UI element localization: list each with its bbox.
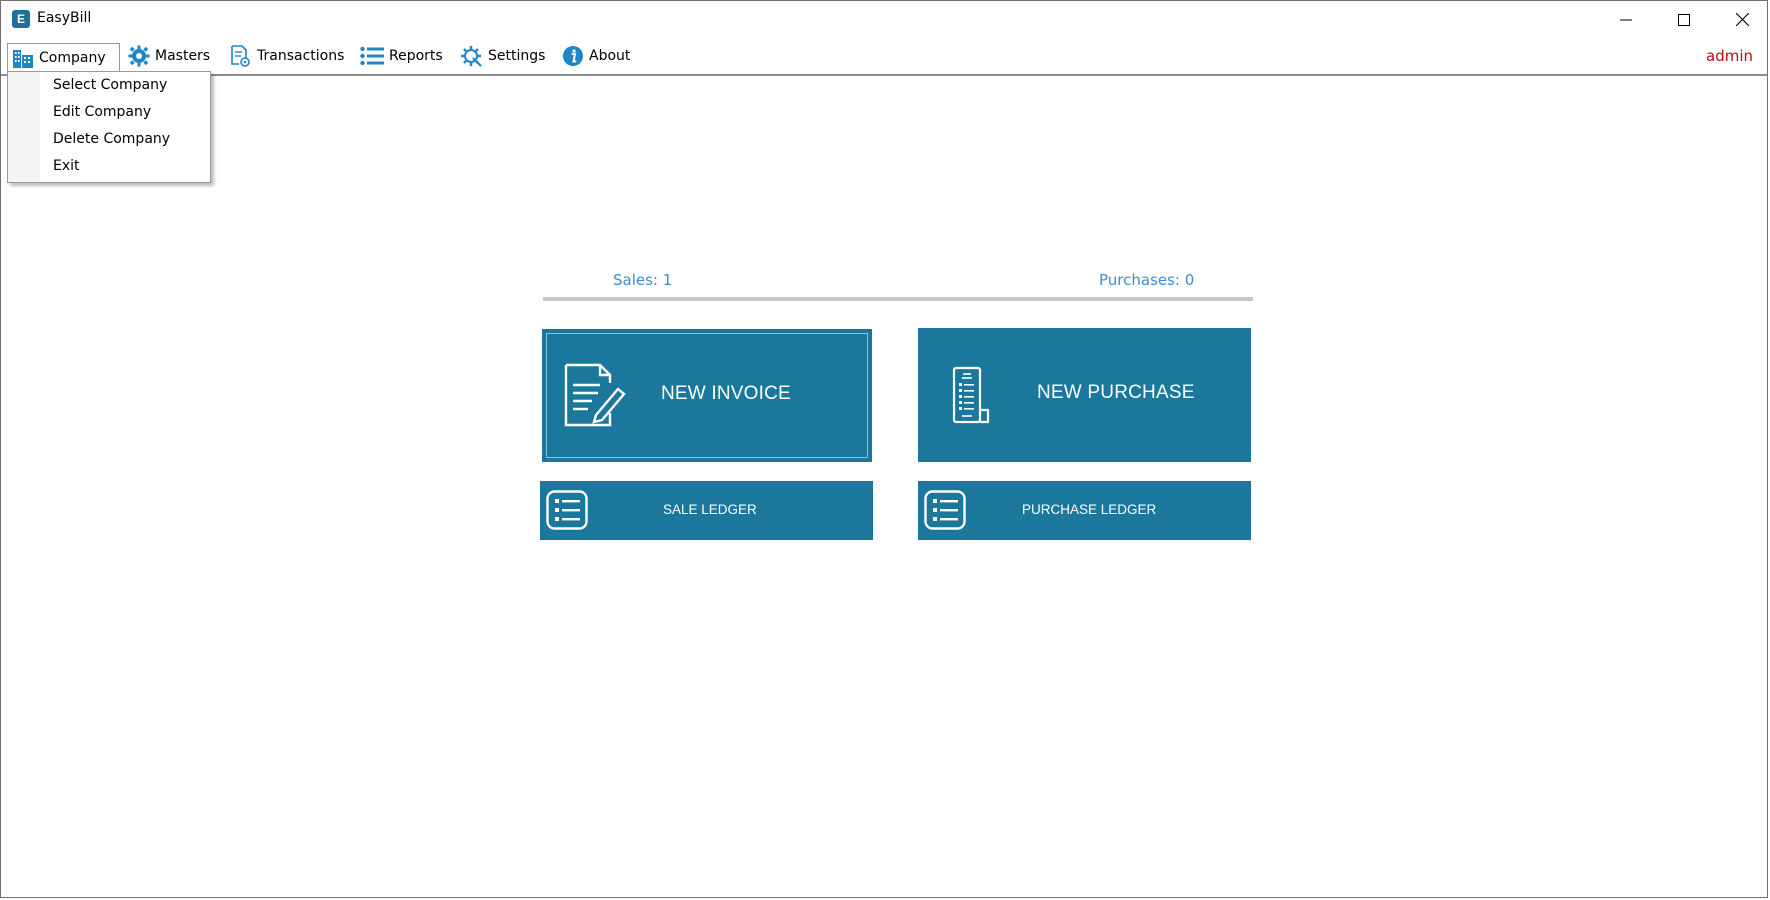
menu-transactions[interactable]: Transactions bbox=[224, 43, 348, 69]
new-purchase-button[interactable]: NEW PURCHASE bbox=[918, 328, 1251, 462]
menu-about-label: About bbox=[589, 48, 631, 64]
menu-item-delete-company[interactable]: Delete Company bbox=[53, 131, 170, 147]
maximize-icon bbox=[1678, 13, 1690, 26]
purchase-ledger-label: PURCHASE LEDGER bbox=[1022, 502, 1157, 517]
app-window: E EasyBill Company Masters Transactions … bbox=[0, 0, 1768, 898]
stats-divider bbox=[543, 297, 1253, 301]
menu-item-select-company[interactable]: Select Company bbox=[53, 77, 167, 93]
menu-reports-label: Reports bbox=[389, 48, 443, 64]
invoice-edit-icon bbox=[564, 363, 626, 431]
menu-gutter bbox=[8, 72, 40, 182]
info-icon bbox=[562, 45, 584, 67]
new-purchase-label: NEW PURCHASE bbox=[1037, 382, 1195, 403]
menu-company[interactable]: Company bbox=[7, 43, 120, 72]
receipt-icon bbox=[952, 366, 994, 430]
menu-item-exit[interactable]: Exit bbox=[53, 158, 80, 174]
sale-ledger-button[interactable]: SALE LEDGER bbox=[540, 481, 873, 540]
new-invoice-label: NEW INVOICE bbox=[661, 383, 791, 404]
building-icon bbox=[12, 48, 34, 68]
ledger-list-icon bbox=[546, 490, 588, 534]
close-icon bbox=[1735, 13, 1749, 26]
menu-settings-label: Settings bbox=[488, 48, 546, 64]
sale-ledger-label: SALE LEDGER bbox=[663, 502, 757, 517]
menu-masters-label: Masters bbox=[155, 48, 211, 64]
window-title: EasyBill bbox=[37, 10, 92, 26]
minimize-button[interactable] bbox=[1597, 1, 1655, 38]
gear-icon bbox=[128, 45, 150, 67]
app-logo-icon: E bbox=[12, 10, 30, 28]
ledger-list-icon bbox=[924, 490, 966, 534]
tools-icon bbox=[459, 44, 483, 68]
minimize-icon bbox=[1620, 19, 1632, 20]
maximize-button[interactable] bbox=[1655, 1, 1713, 38]
document-gear-icon bbox=[228, 44, 252, 68]
company-dropdown-menu: Select Company Edit Company Delete Compa… bbox=[7, 71, 211, 183]
purchases-count: Purchases: 0 bbox=[1099, 271, 1195, 289]
current-user-label: admin bbox=[1706, 47, 1753, 65]
purchase-ledger-button[interactable]: PURCHASE LEDGER bbox=[918, 481, 1251, 540]
menu-settings[interactable]: Settings bbox=[455, 43, 549, 69]
close-button[interactable] bbox=[1713, 1, 1770, 38]
sales-count: Sales: 1 bbox=[613, 271, 673, 289]
list-icon bbox=[360, 46, 384, 66]
new-invoice-button[interactable]: NEW INVOICE bbox=[542, 329, 872, 462]
menu-about[interactable]: About bbox=[558, 43, 634, 69]
title-bar: E EasyBill bbox=[1, 1, 1767, 38]
menu-company-label: Company bbox=[39, 50, 106, 66]
menu-bar: Company Masters Transactions Reports Set… bbox=[1, 38, 1767, 76]
menu-transactions-label: Transactions bbox=[257, 48, 345, 64]
menu-item-edit-company[interactable]: Edit Company bbox=[53, 104, 151, 120]
menu-reports[interactable]: Reports bbox=[356, 43, 447, 69]
menu-masters[interactable]: Masters bbox=[124, 43, 214, 69]
